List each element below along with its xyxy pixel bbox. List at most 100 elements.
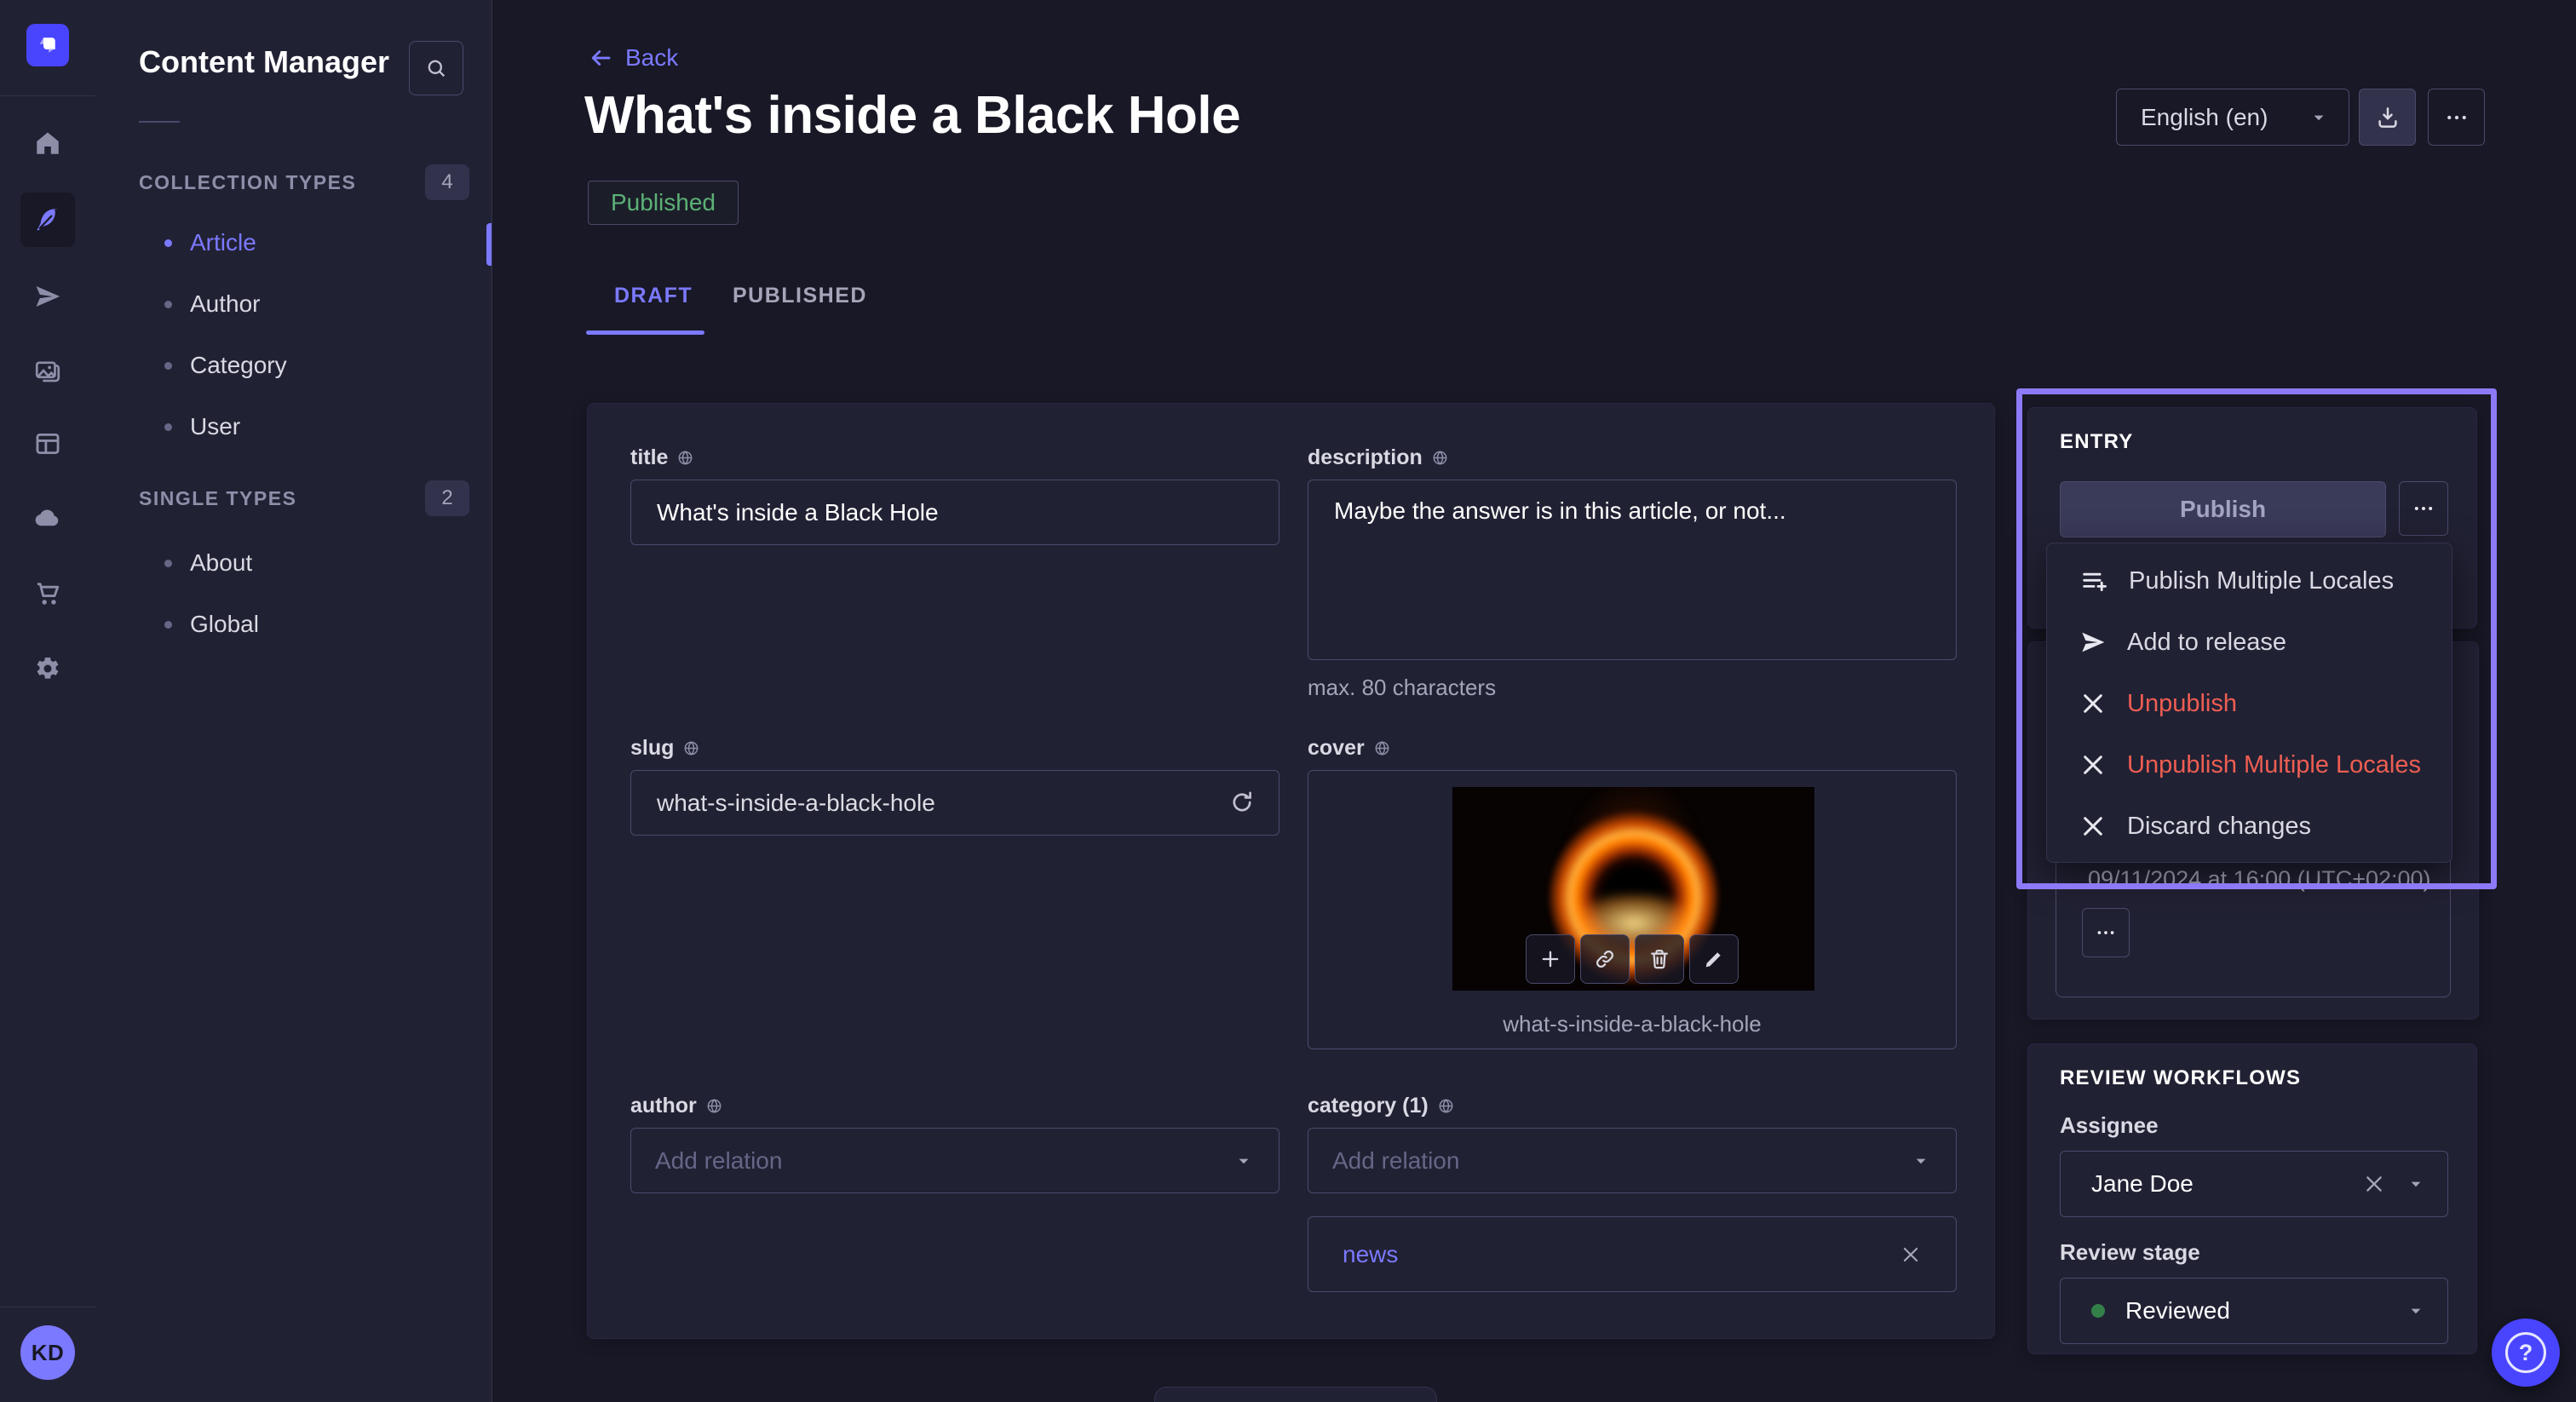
globe-icon (1437, 1097, 1455, 1115)
stage-value: Reviewed (2125, 1297, 2405, 1324)
slug-input[interactable] (630, 770, 1279, 836)
cover-edit-button[interactable] (1689, 934, 1739, 984)
section-label: COLLECTION TYPES (139, 171, 356, 194)
tab-draft[interactable]: DRAFT (614, 284, 693, 308)
section-count-badge: 2 (425, 480, 469, 516)
menu-item-unpublish[interactable]: Unpublish (2047, 673, 2452, 734)
rail-item-marketplace[interactable] (20, 566, 75, 621)
bullet-icon (164, 560, 172, 567)
download-button[interactable] (2359, 89, 2416, 146)
bullet-icon (164, 423, 172, 431)
tab-published[interactable]: PUBLISHED (733, 284, 867, 308)
publish-button[interactable]: Publish (2060, 481, 2386, 537)
cover-copy-link-button[interactable] (1580, 934, 1630, 984)
cover-delete-button[interactable] (1635, 934, 1684, 984)
cover-asset-box: what-s-inside-a-black-hole (1308, 770, 1957, 1049)
sidebar-item-article[interactable]: Article (95, 212, 492, 273)
title-input[interactable] (630, 480, 1279, 545)
cart-icon (33, 579, 62, 608)
sidebar-item-label: User (190, 413, 240, 440)
relation-link[interactable]: news (1343, 1241, 1398, 1268)
layout-icon (33, 429, 62, 458)
field-label: description (1308, 445, 1423, 470)
trash-icon (1647, 947, 1671, 971)
bullet-icon (164, 362, 172, 370)
remove-relation-icon[interactable] (1900, 1244, 1922, 1266)
bottom-panel-peek (1154, 1387, 1437, 1402)
globe-icon (705, 1097, 723, 1115)
ellipsis-icon (2444, 105, 2470, 130)
sidebar-item-category[interactable]: Category (95, 335, 492, 396)
chevron-down-icon (2405, 1173, 2427, 1195)
field-label: cover (1308, 736, 1365, 761)
stage-status-dot (2091, 1304, 2105, 1318)
globe-icon (1431, 449, 1449, 467)
menu-item-label: Add to release (2127, 629, 2286, 657)
menu-item-label: Publish Multiple Locales (2129, 567, 2394, 595)
menu-item-discard-changes[interactable]: Discard changes (2047, 796, 2452, 857)
review-stage-label: Review stage (2060, 1239, 2447, 1266)
ellipsis-icon (2095, 922, 2117, 944)
menu-item-add-to-release[interactable]: Add to release (2047, 612, 2452, 673)
author-relation-select[interactable]: Add relation (630, 1128, 1279, 1193)
sidebar-item-author[interactable]: Author (95, 273, 492, 335)
field-label: category (1) (1308, 1094, 1429, 1118)
back-link[interactable]: Back (588, 44, 678, 72)
back-label: Back (625, 44, 678, 72)
category-relation-select[interactable]: Add relation (1308, 1128, 1957, 1193)
strapi-logo[interactable] (26, 24, 69, 66)
avatar[interactable]: KD (20, 1325, 75, 1380)
paper-plane-icon (2079, 629, 2107, 656)
rail-item-deploy[interactable] (20, 491, 75, 545)
header-more-button[interactable] (2428, 89, 2485, 146)
sidebar-item-user[interactable]: User (95, 396, 492, 457)
section-collection-types: COLLECTION TYPES 4 (139, 164, 469, 201)
x-icon (2079, 690, 2107, 717)
regenerate-slug-button[interactable] (1225, 785, 1259, 819)
menu-item-publish-multiple-locales[interactable]: Publish Multiple Locales (2047, 550, 2452, 612)
sidebar-item-label: Global (190, 611, 259, 638)
entry-more-button[interactable] (2399, 481, 2448, 536)
media-icon (33, 356, 62, 385)
x-icon (2079, 813, 2107, 840)
rail-item-settings[interactable] (20, 641, 75, 696)
field-author: author Add relation (630, 1093, 1279, 1193)
field-label: title (630, 445, 668, 470)
rail-item-content-manager[interactable] (20, 192, 75, 247)
globe-icon (676, 449, 694, 467)
cover-add-button[interactable] (1526, 934, 1575, 984)
gear-icon (33, 654, 62, 683)
clear-icon[interactable] (2362, 1172, 2386, 1196)
sidebar-item-about[interactable]: About (95, 532, 492, 594)
strapi-logo-icon (35, 32, 60, 58)
sidebar-item-global[interactable]: Global (95, 594, 492, 655)
sidebar-content-manager: Content Manager COLLECTION TYPES 4 Artic… (95, 0, 492, 1402)
description-textarea[interactable]: Maybe the answer is in this article, or … (1308, 480, 1957, 660)
assignee-label: Assignee (2060, 1112, 2447, 1139)
assignee-select[interactable]: Jane Doe (2060, 1151, 2448, 1217)
edit-icon (1702, 947, 1726, 971)
scheduled-date: 09/11/2024 at 16:00 (UTC+02:00) (2088, 866, 2431, 893)
cloud-icon (33, 503, 62, 532)
bullet-icon (164, 301, 172, 308)
locale-select[interactable]: English (en) (2116, 89, 2349, 146)
rail-item-content-type-builder[interactable] (20, 417, 75, 471)
search-button[interactable] (409, 41, 463, 95)
menu-item-unpublish-multiple-locales[interactable]: Unpublish Multiple Locales (2047, 734, 2452, 796)
field-category: category (1) Add relation news (1308, 1093, 1957, 1292)
review-stage-select[interactable]: Reviewed (2060, 1278, 2448, 1344)
help-button[interactable]: ? (2492, 1319, 2560, 1387)
rail-item-releases[interactable] (20, 269, 75, 324)
publish-row: Publish (2060, 481, 2448, 537)
nav-rail: KD (0, 0, 96, 1402)
scheduled-more-button[interactable] (2082, 908, 2130, 957)
slug-input-wrap (630, 770, 1279, 836)
review-workflows-panel: REVIEW WORKFLOWS Assignee Jane Doe Revie… (2027, 1043, 2477, 1354)
rail-item-media-library[interactable] (20, 343, 75, 398)
rail-divider (0, 95, 95, 96)
rail-item-home[interactable] (20, 116, 75, 170)
assignee-value: Jane Doe (2091, 1170, 2362, 1198)
locale-value: English (en) (2141, 104, 2268, 131)
entry-actions-menu: Publish Multiple Locales Add to release … (2046, 543, 2452, 863)
chevron-down-icon (1910, 1150, 1932, 1172)
